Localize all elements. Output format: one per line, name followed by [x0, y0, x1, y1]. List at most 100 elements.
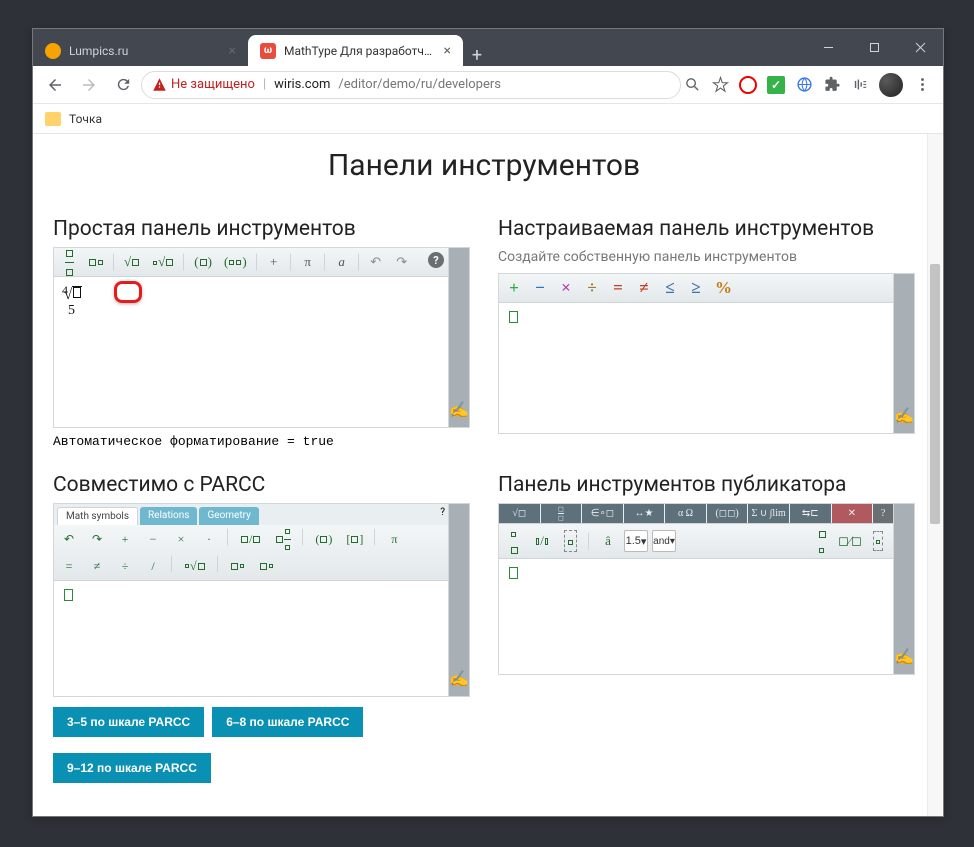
divide-button[interactable]: ÷	[580, 277, 604, 299]
minimize-button[interactable]	[805, 29, 851, 66]
equals-button[interactable]: =	[606, 277, 630, 299]
spin-input-2[interactable]: and ▾	[652, 530, 676, 552]
bracket-button[interactable]: []	[341, 528, 368, 550]
profile-avatar[interactable]	[879, 73, 903, 97]
pub-tab-arrow[interactable]: ↔★	[624, 504, 665, 523]
pub-tab-arrows2[interactable]: ⇆⊏	[790, 504, 831, 523]
bevel-fraction-button[interactable]: ◻⁄◻	[838, 530, 862, 552]
music-icon[interactable]	[851, 76, 869, 94]
fraction-button[interactable]: /	[530, 530, 554, 552]
fraction-button[interactable]	[57, 251, 81, 273]
accent-button[interactable]: â	[596, 530, 620, 552]
slash-button[interactable]: /	[141, 555, 165, 577]
equals-button[interactable]: =	[57, 555, 81, 577]
pub-tab-frac[interactable]: ◻◻	[541, 504, 582, 523]
pi-button[interactable]: π	[296, 251, 320, 273]
url-input[interactable]: Не защищено | wiris.com/editor/demo/ru/d…	[141, 71, 681, 99]
pub-tab-root[interactable]: √◻	[499, 504, 540, 523]
handwriting-toggle[interactable]: ✍	[893, 274, 914, 433]
matrix-button[interactable]: ()	[219, 251, 252, 273]
help-icon[interactable]: ?	[440, 507, 445, 525]
underset-button[interactable]	[810, 530, 834, 552]
section-heading-publisher: Панель инструментов публикатора	[498, 473, 915, 497]
parcc-tab-geometry[interactable]: Geometry	[199, 507, 258, 525]
minus-button[interactable]: −	[528, 277, 552, 299]
pi-button[interactable]: π	[382, 528, 406, 550]
parentheses-button[interactable]: ()	[189, 251, 217, 273]
handwriting-toggle[interactable]: ✍	[448, 248, 469, 427]
tab-lumpics[interactable]: Lumpics.ru ×	[33, 35, 248, 66]
hand-icon: ✍	[449, 400, 469, 419]
tab-mathtype[interactable]: ω MathType Для разработчиков (… ×	[248, 35, 463, 66]
parcc-912-button[interactable]: 9–12 по шкале PARCC	[53, 753, 211, 783]
notequals-button[interactable]: ≠	[632, 277, 656, 299]
new-tab-button[interactable]: +	[463, 45, 491, 66]
toolbar-simple: √ √ () () + π a	[54, 248, 448, 277]
selection-box-button[interactable]	[558, 530, 582, 552]
spin-input[interactable]: 1.5 ▾	[624, 530, 648, 552]
pub-tab-greek[interactable]: α Ω	[665, 504, 706, 523]
close-window-button[interactable]	[897, 29, 943, 66]
forward-button[interactable]	[73, 70, 105, 100]
plus-button[interactable]: +	[262, 251, 286, 273]
plus-button[interactable]: +	[113, 528, 137, 550]
sqrt-button[interactable]: √	[119, 251, 145, 273]
undo-button[interactable]: ↶	[57, 528, 81, 550]
zoom-icon[interactable]	[683, 76, 701, 94]
parcc-tab-math[interactable]: Math symbols	[57, 507, 138, 525]
redo-button[interactable]: ↷	[390, 251, 414, 273]
overset-button[interactable]	[502, 530, 526, 552]
extension-check-icon[interactable]: ✓	[767, 76, 785, 94]
close-icon[interactable]: ×	[229, 43, 236, 59]
nth-root-button[interactable]: √	[147, 251, 179, 273]
pub-tab-x[interactable]: ✕	[832, 504, 873, 523]
divide-button[interactable]: ÷	[113, 555, 137, 577]
redo-button[interactable]: ↷	[85, 528, 109, 550]
notequals-button[interactable]: ≠	[85, 555, 109, 577]
scrollbar[interactable]	[927, 134, 942, 816]
editor-canvas-parcc[interactable]	[54, 581, 448, 696]
superscript-button[interactable]	[83, 251, 109, 273]
selection-box-2-button[interactable]	[866, 530, 890, 552]
fraction-button[interactable]: /	[235, 528, 266, 550]
editor-canvas-custom[interactable]	[499, 303, 893, 433]
scrollbar-thumb[interactable]	[930, 264, 940, 524]
pub-tab-help[interactable]: ?	[873, 504, 893, 523]
plus-button[interactable]: +	[502, 277, 526, 299]
kebab-menu-icon[interactable]	[913, 76, 931, 94]
sub-button[interactable]	[254, 555, 279, 577]
mixed-fraction-button[interactable]	[270, 528, 296, 550]
reload-button[interactable]	[107, 70, 139, 100]
extension-o-icon[interactable]	[739, 76, 757, 94]
italic-a-button[interactable]: a	[330, 251, 354, 273]
minus-button[interactable]: −	[141, 528, 165, 550]
undo-button[interactable]: ↶	[364, 251, 388, 273]
star-icon[interactable]	[711, 76, 729, 94]
handwriting-toggle[interactable]: ✍	[893, 504, 914, 674]
close-icon[interactable]: ×	[444, 43, 451, 59]
globe-icon[interactable]	[795, 76, 813, 94]
pub-tab-matrix[interactable]: (◻◻)	[707, 504, 748, 523]
times-button[interactable]: ×	[554, 277, 578, 299]
pub-tab-sigma[interactable]: Σ ∪ ∫lim	[748, 504, 789, 523]
editor-canvas-simple[interactable]: 4 √ 5	[54, 277, 448, 427]
editor-canvas-publisher[interactable]	[499, 559, 893, 674]
parcc-35-button[interactable]: 3–5 по шкале PARCC	[53, 707, 204, 737]
dot-button[interactable]: ·	[197, 528, 221, 550]
pub-tab-elem[interactable]: ∈∘◻	[582, 504, 623, 523]
percent-button[interactable]: %	[710, 277, 737, 299]
bookmark-item[interactable]: Точка	[69, 112, 102, 126]
help-icon[interactable]: ?	[428, 252, 444, 268]
le-button[interactable]: ≤	[658, 277, 682, 299]
parcc-68-button[interactable]: 6–8 по шкале PARCC	[212, 707, 363, 737]
maximize-button[interactable]	[851, 29, 897, 66]
times-button[interactable]: ×	[169, 528, 193, 550]
sub-sup-button[interactable]	[225, 555, 250, 577]
nth-root-button[interactable]: √	[179, 555, 211, 577]
handwriting-toggle[interactable]: ✍	[448, 504, 469, 696]
parcc-tab-relations[interactable]: Relations	[140, 507, 197, 525]
extensions-puzzle-icon[interactable]	[823, 76, 841, 94]
paren-button[interactable]: ()	[310, 528, 337, 550]
back-button[interactable]	[39, 70, 71, 100]
ge-button[interactable]: ≥	[684, 277, 708, 299]
